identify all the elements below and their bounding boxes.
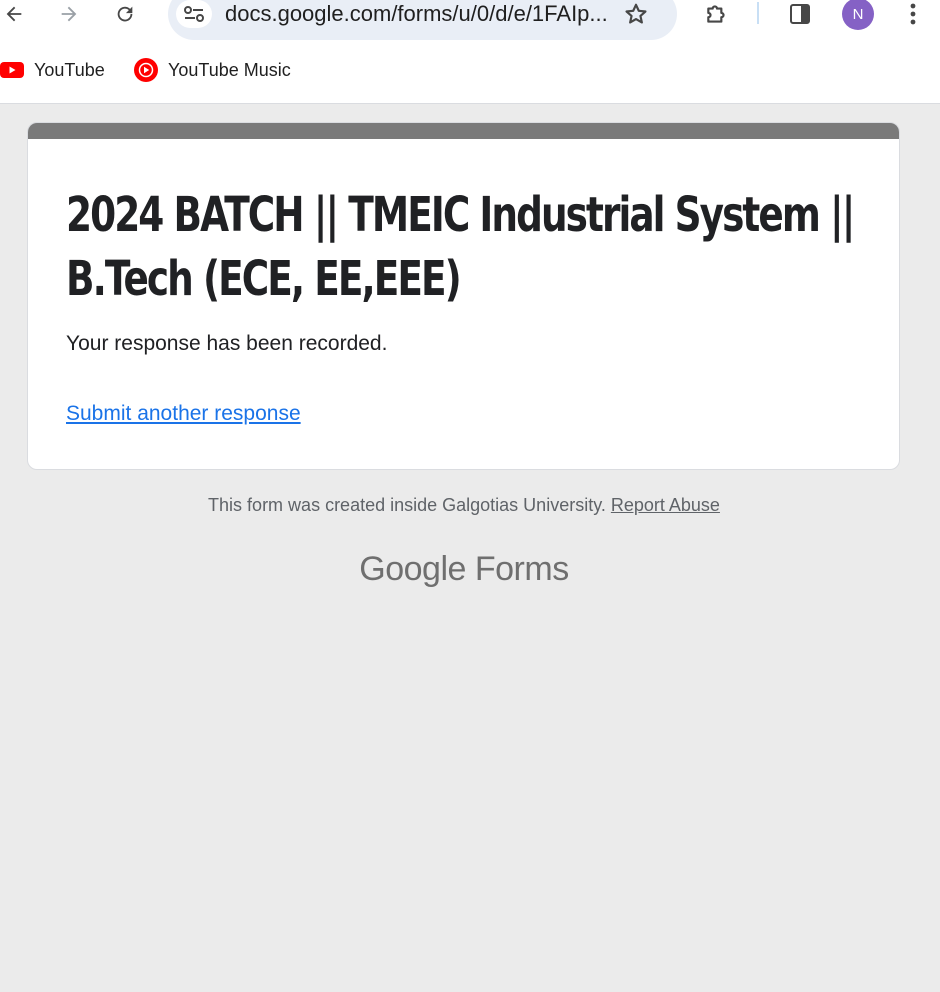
form-title: 2024 BATCH || TMEIC Industrial System ||… (66, 187, 855, 307)
back-arrow-icon (6, 6, 22, 22)
url-text[interactable]: docs.google.com/forms/u/0/d/e/1FAIp... (225, 0, 608, 28)
puzzle-icon (707, 5, 725, 23)
avatar-initial: N (852, 5, 864, 23)
tune-icon (184, 6, 204, 22)
bookmark-label: YouTube (34, 59, 105, 80)
reload-button[interactable] (111, 0, 139, 28)
confirmation-card: 2024 BATCH || TMEIC Industrial System ||… (27, 122, 900, 470)
profile-avatar[interactable]: N (842, 0, 874, 30)
star-icon (625, 3, 647, 24)
footer-created-text: This form was created inside Galgotias U… (208, 495, 606, 515)
reload-icon (117, 6, 133, 22)
forward-button[interactable] (55, 0, 83, 28)
back-button[interactable] (0, 0, 28, 28)
card-header-bar (28, 123, 899, 139)
browser-toolbar: docs.google.com/forms/u/0/d/e/1FAIp... N (0, 0, 940, 44)
menu-button[interactable] (899, 0, 927, 28)
google-forms-logo[interactable]: Google Forms (0, 550, 928, 589)
side-panel-icon (790, 4, 810, 24)
extensions-button[interactable] (703, 0, 731, 28)
bookmark-youtube-music[interactable]: YouTube Music (134, 58, 291, 82)
bookmark-youtube[interactable]: YouTube (0, 58, 105, 82)
youtube-icon (0, 62, 24, 78)
bookmarks-bar: YouTube YouTube Music (0, 44, 940, 104)
youtube-music-icon (134, 58, 158, 82)
forward-arrow-icon (61, 6, 77, 22)
logo-forms-text: Forms (474, 550, 569, 588)
more-vert-icon (910, 3, 916, 25)
bookmark-star-button[interactable] (623, 1, 649, 32)
confirmation-message: Your response has been recorded. (66, 332, 388, 355)
side-panel-button[interactable] (786, 0, 814, 28)
logo-google-text: Google (359, 550, 466, 588)
report-abuse-link[interactable]: Report Abuse (611, 495, 720, 515)
address-bar[interactable]: docs.google.com/forms/u/0/d/e/1FAIp... (168, 0, 677, 40)
footer-note: This form was created inside Galgotias U… (0, 495, 928, 516)
toolbar-divider (757, 2, 759, 24)
submit-another-link[interactable]: Submit another response (66, 402, 301, 426)
bookmark-label: YouTube Music (168, 59, 291, 80)
site-info-button[interactable] (176, 0, 212, 28)
